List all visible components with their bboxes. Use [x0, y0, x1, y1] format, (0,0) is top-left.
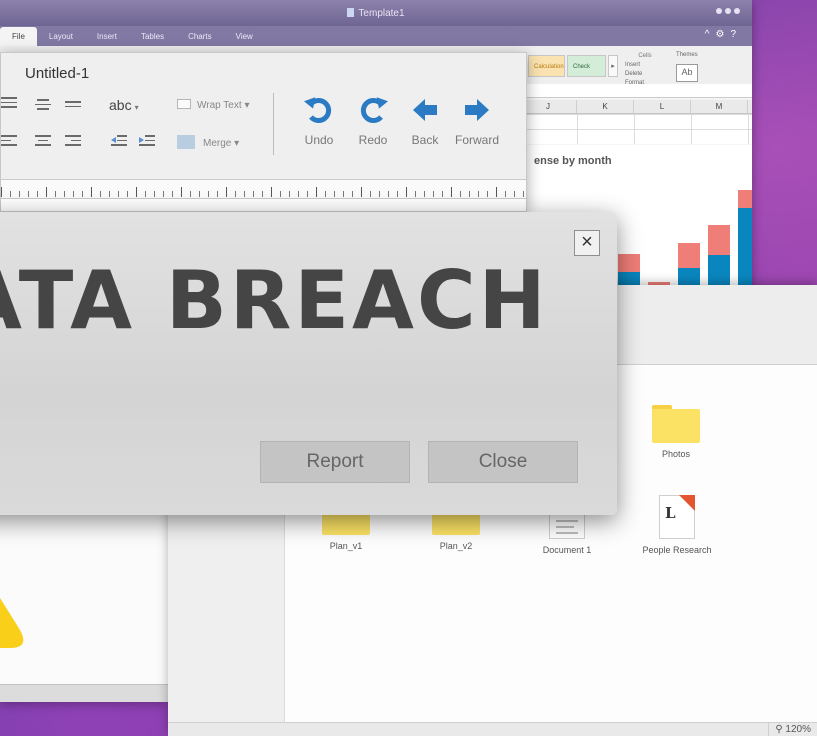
dialog-close-icon[interactable]: ×: [574, 230, 600, 256]
spreadsheet-titlebar: Template1: [0, 0, 752, 26]
editor-title: Untitled-1: [25, 65, 90, 82]
arrow-right-icon: [465, 99, 489, 121]
window-dot-icon[interactable]: [734, 8, 740, 14]
align-left-icon[interactable]: [1, 135, 17, 147]
style-check[interactable]: Check: [567, 55, 606, 77]
decrease-indent-icon[interactable]: [111, 135, 127, 147]
style-calculation[interactable]: Calculation: [528, 55, 565, 77]
redo-icon: [360, 97, 389, 123]
align-center-icon[interactable]: [35, 99, 51, 111]
editor-page[interactable]: [1, 199, 526, 211]
data-breach-dialog: × ATA BREACH Report Close: [0, 212, 617, 515]
redo-button[interactable]: Redo: [345, 95, 401, 147]
chevron-down-icon: ▾: [234, 138, 240, 149]
column-header-k[interactable]: K: [577, 100, 634, 113]
close-button[interactable]: Close: [428, 441, 578, 483]
merge-icon: [177, 135, 195, 149]
menubar-right-controls: ^ ⚙ ?: [705, 29, 736, 40]
cell-grid[interactable]: [520, 114, 752, 144]
chart-bar-series-2: [708, 225, 730, 255]
chart-bar-series-1: [738, 208, 752, 290]
styles-more-icon[interactable]: ▸: [608, 55, 618, 77]
merge-button[interactable]: Merge ▾: [177, 135, 239, 149]
align-justify-icon[interactable]: [1, 97, 17, 109]
wrap-text-icon: [177, 99, 191, 109]
column-headers: J K L M: [520, 100, 752, 114]
left-window-status-bar: [0, 684, 168, 702]
cells-insert[interactable]: Insert: [625, 61, 665, 70]
magnifier-icon: ⚲: [775, 724, 783, 735]
document-icon: [347, 8, 355, 17]
menu-insert[interactable]: Insert: [85, 32, 129, 46]
chevron-down-icon: ▾: [244, 100, 250, 111]
chart-bar-series-2: [738, 190, 752, 208]
yellow-shape-icon: [0, 598, 24, 648]
spelling-button[interactable]: abc ▾: [109, 97, 139, 113]
ruler-major-ticks: [1, 179, 526, 199]
file-item-people-research[interactable]: L People Research: [627, 495, 727, 555]
menu-layout[interactable]: Layout: [37, 32, 85, 46]
align-center-2-icon[interactable]: [35, 135, 51, 147]
column-header-j[interactable]: J: [520, 100, 577, 113]
document-corner-badge: [679, 495, 695, 511]
align-distributed-icon[interactable]: [65, 101, 81, 113]
cells-delete[interactable]: Delete: [625, 70, 665, 79]
menu-charts[interactable]: Charts: [176, 32, 224, 46]
chevron-down-icon: ▾: [134, 103, 139, 112]
cells-group-label: Cells: [638, 53, 652, 59]
menu-file[interactable]: File: [0, 27, 37, 46]
forward-button[interactable]: Forward: [449, 95, 505, 147]
column-header-l[interactable]: L: [634, 100, 691, 113]
file-browser-status-bar: ⚲ 120%: [168, 722, 817, 736]
column-header-m[interactable]: M: [691, 100, 748, 113]
l-document-icon: L: [659, 495, 695, 539]
themes-group-label: Themes: [676, 52, 698, 58]
left-document-window: [0, 500, 168, 702]
collapse-icon[interactable]: ^: [705, 29, 710, 40]
align-right-icon[interactable]: [65, 135, 81, 147]
increase-indent-icon[interactable]: [139, 135, 155, 147]
arrow-left-icon: [413, 99, 437, 121]
back-button[interactable]: Back: [397, 95, 453, 147]
undo-button[interactable]: Undo: [291, 95, 347, 147]
formula-bar[interactable]: [520, 84, 752, 98]
window-controls[interactable]: [716, 8, 740, 14]
settings-icon[interactable]: ⚙: [715, 29, 724, 40]
menu-tables[interactable]: Tables: [129, 32, 176, 46]
folder-icon: [652, 405, 700, 443]
cell-styles: Calculation Check ▸: [528, 55, 618, 77]
themes-group: Themes Ab: [676, 52, 736, 82]
toolbar-divider: [273, 93, 274, 155]
window-dot-icon[interactable]: [716, 8, 722, 14]
chart-title: ense by month: [534, 155, 612, 167]
cells-group: Cells Insert Delete Format: [625, 52, 665, 88]
undo-icon: [303, 97, 332, 123]
file-item-photos[interactable]: Photos: [626, 405, 726, 459]
spreadsheet-menubar: File Layout Insert Tables Charts View ^ …: [0, 26, 752, 46]
help-icon[interactable]: ?: [730, 29, 736, 40]
chart-bar-series-2: [678, 243, 700, 268]
window-dot-icon[interactable]: [725, 8, 731, 14]
themes-ab-button[interactable]: Ab: [676, 64, 698, 82]
alert-message: ATA BREACH: [0, 254, 549, 347]
report-button[interactable]: Report: [260, 441, 410, 483]
wrap-text-button[interactable]: Wrap Text ▾: [177, 99, 249, 111]
menu-view[interactable]: View: [224, 32, 265, 46]
chart-bar-series-2: [618, 254, 640, 272]
zoom-indicator[interactable]: ⚲ 120%: [768, 723, 817, 736]
text-editor-window: Untitled-1 abc ▾ Wrap Text ▾ Merge ▾ Undo…: [0, 52, 527, 212]
spreadsheet-title: Template1: [0, 8, 752, 19]
